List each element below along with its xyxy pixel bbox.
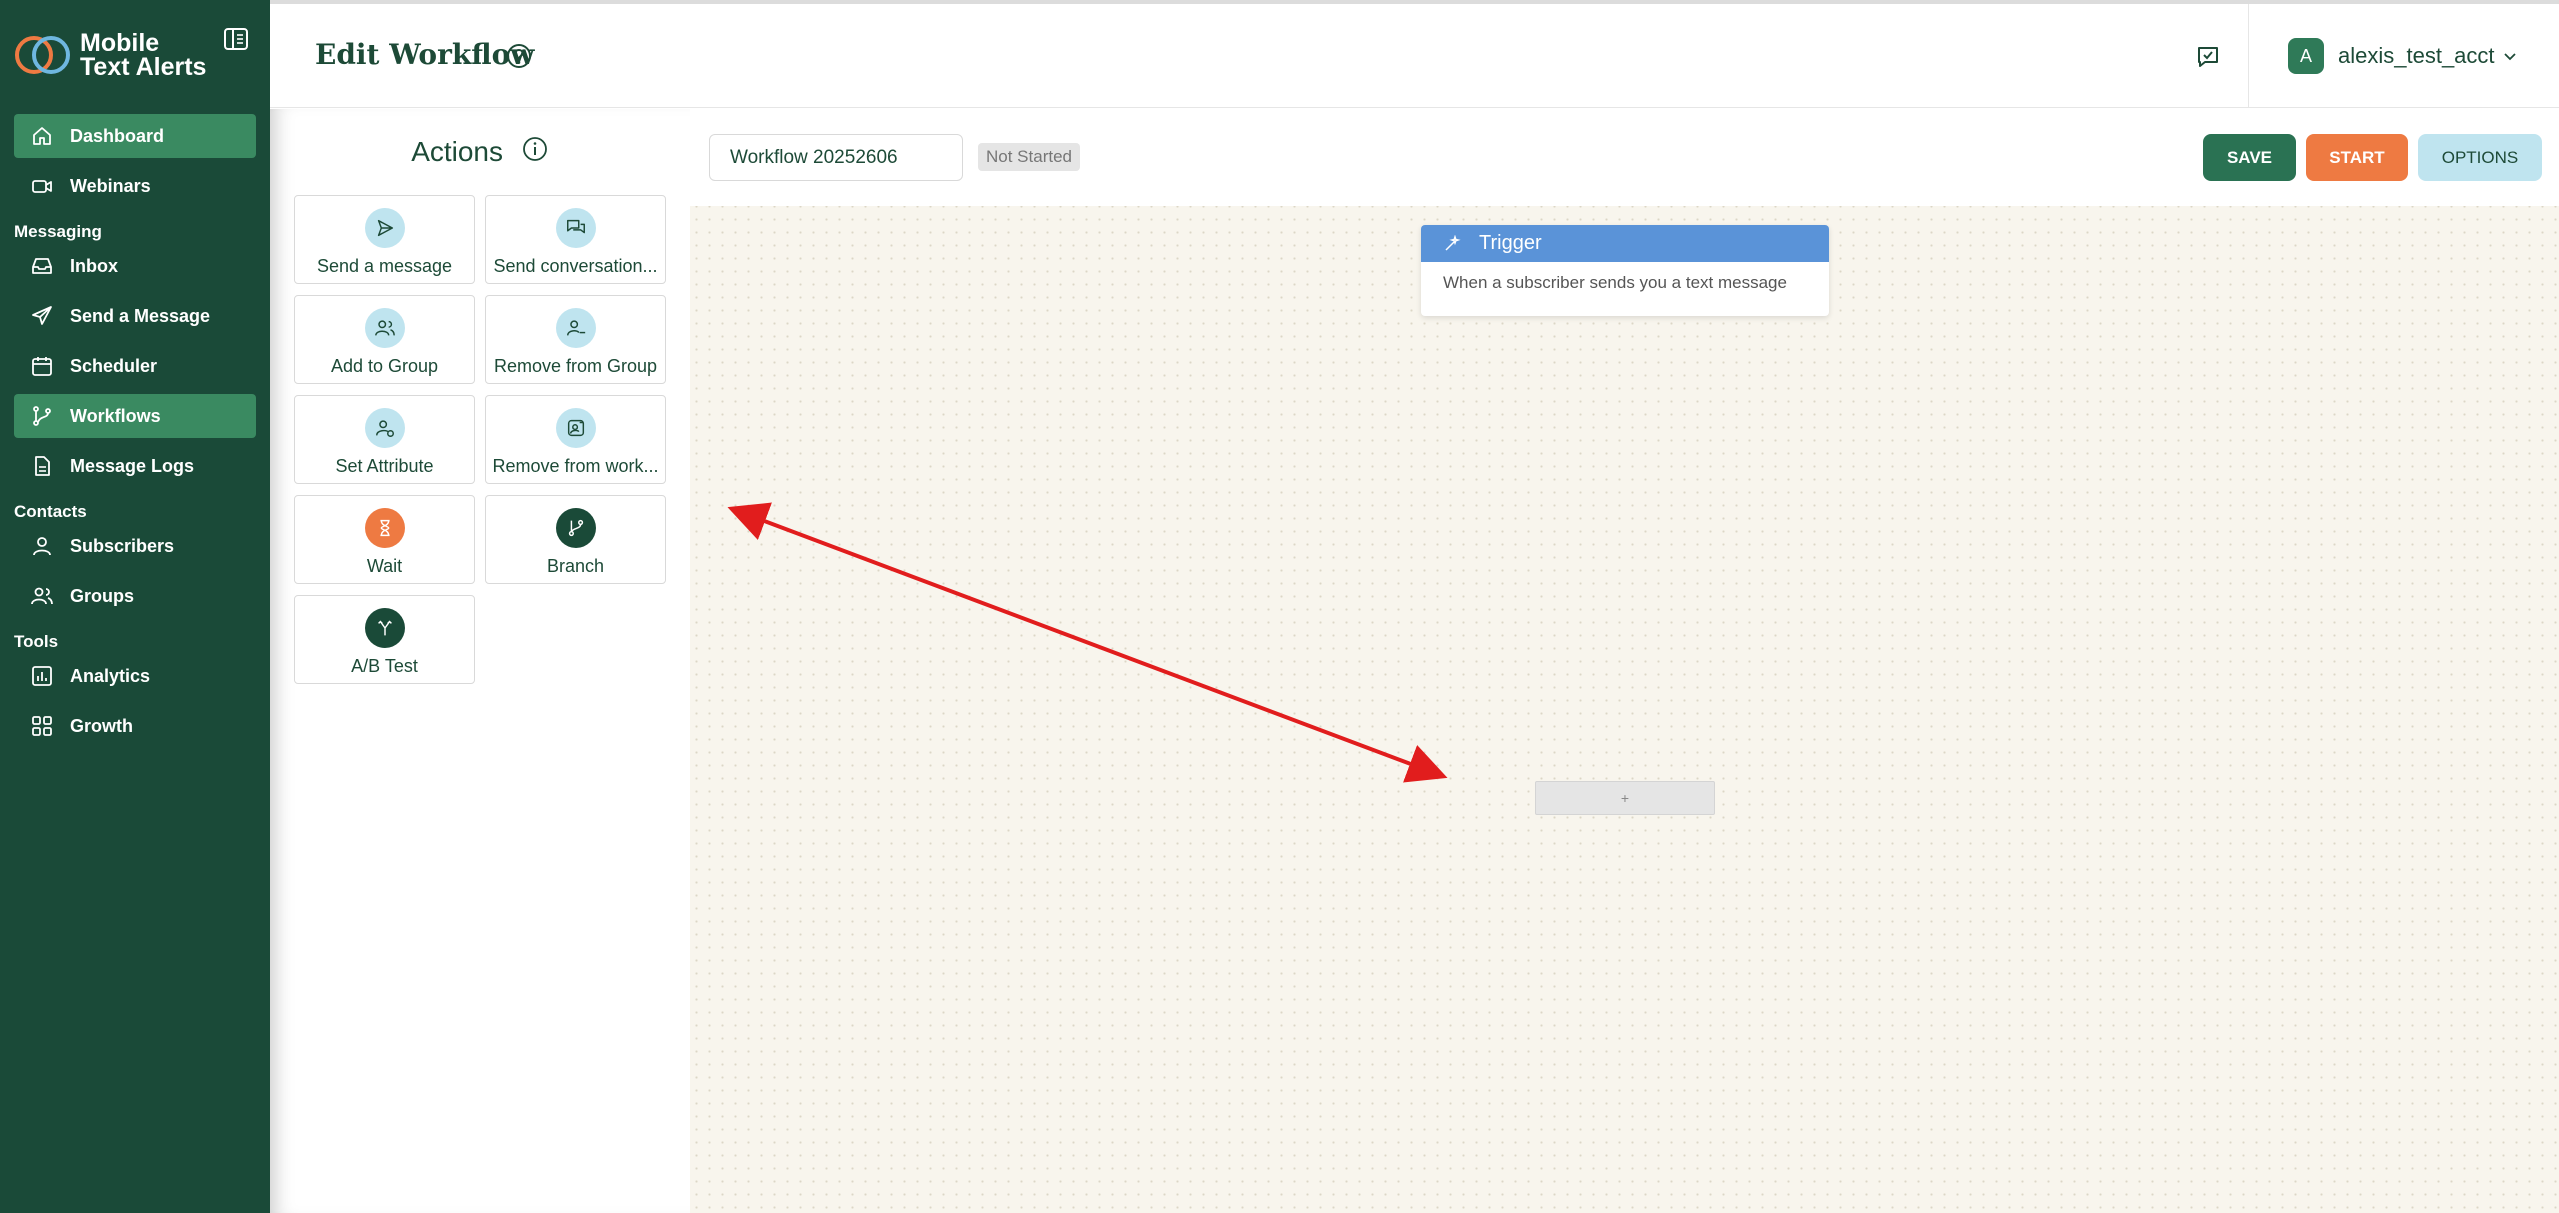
nav-section-contacts: Contacts: [14, 502, 87, 521]
avatar: A: [2288, 38, 2324, 74]
page-title: Edit Workflow: [315, 38, 535, 71]
calendar-icon: [30, 354, 54, 378]
brand-line-1: Mobile: [80, 29, 160, 57]
sidebar-item-label: Send a Message: [70, 305, 211, 326]
sidebar-item-label: Growth: [70, 715, 133, 736]
action-set-attribute[interactable]: Set Attribute: [294, 395, 475, 484]
account-name: alexis_test_acct: [2338, 43, 2495, 68]
brand-line-2: Text Alerts: [80, 53, 207, 81]
action-label: Set Attribute: [335, 456, 434, 476]
info-icon[interactable]: [521, 135, 549, 163]
attribute-icon: [364, 408, 405, 448]
sidebar-item-groups[interactable]: Groups: [14, 574, 256, 618]
header-divider: [2248, 4, 2249, 108]
action-wait[interactable]: Wait: [294, 495, 475, 584]
action-remove-from-group[interactable]: Remove from Group: [485, 295, 666, 384]
branch-icon: [555, 508, 596, 548]
ab-test-icon: [364, 608, 405, 648]
action-label: Add to Group: [330, 356, 439, 376]
top-header: Edit Workflow A alexis_test_acct: [270, 4, 2559, 108]
chevron-down-icon: [2503, 49, 2517, 63]
sidebar-item-label: Workflows: [70, 405, 161, 426]
sidebar-item-label: Subscribers: [70, 535, 175, 556]
actions-title: Actions: [411, 136, 504, 167]
logo-mark-icon: [15, 36, 70, 74]
sidebar-item-scheduler[interactable]: Scheduler: [14, 344, 256, 388]
chat-icon: [555, 208, 596, 248]
sidebar-item-webinars[interactable]: Webinars: [14, 164, 256, 208]
action-branch[interactable]: Branch: [485, 495, 666, 584]
remove-group-icon: [555, 308, 596, 348]
sidebar-item-label: Inbox: [70, 255, 118, 276]
status-badge: Not Started: [978, 143, 1080, 171]
action-label: A/B Test: [351, 656, 418, 676]
hourglass-icon: [364, 508, 405, 548]
start-button[interactable]: START: [2306, 134, 2408, 181]
sidebar-item-analytics[interactable]: Analytics: [14, 654, 256, 698]
action-remove-from-workflow[interactable]: Remove from work...: [485, 395, 666, 484]
action-label: Remove from work...: [492, 456, 659, 476]
action-label: Send conversation...: [493, 256, 658, 276]
action-send-conversation[interactable]: Send conversation...: [485, 195, 666, 284]
workflow-canvas[interactable]: Not Started SAVE START OPTIONS Trigger W…: [690, 109, 2559, 1213]
actions-panel: Actions Send a message Send conversation…: [270, 109, 690, 1213]
brand-name: Mobile Text Alerts: [80, 29, 207, 81]
video-icon: [30, 174, 54, 198]
document-icon: [30, 454, 54, 478]
action-label: Remove from Group: [493, 356, 658, 376]
chart-icon: [30, 664, 54, 688]
workflow-name-input[interactable]: [709, 134, 963, 181]
workflow-icon: [30, 404, 54, 428]
trigger-description: When a subscriber sends you a text messa…: [1443, 273, 1787, 292]
action-send-message[interactable]: Send a message: [294, 195, 475, 284]
sidebar: Mobile Text Alerts Dashboard Webinars Me…: [0, 0, 270, 1213]
action-ab-test[interactable]: A/B Test: [294, 595, 475, 684]
nav-section-messaging: Messaging: [14, 222, 102, 241]
send-icon: [30, 304, 54, 328]
sidebar-item-label: Dashboard: [70, 125, 165, 146]
trigger-node[interactable]: Trigger When a subscriber sends you a te…: [1421, 225, 1829, 316]
help-icon[interactable]: [505, 42, 533, 70]
sidebar-item-workflows[interactable]: Workflows: [14, 394, 256, 438]
sidebar-item-label: Scheduler: [70, 355, 158, 376]
users-icon: [30, 584, 54, 608]
sidebar-item-label: Webinars: [70, 175, 151, 196]
add-step-button[interactable]: +: [1535, 781, 1715, 815]
action-label: Send a message: [316, 256, 453, 276]
action-label: Wait: [366, 556, 403, 576]
feedback-icon[interactable]: [2195, 44, 2221, 70]
add-group-icon: [364, 308, 405, 348]
sidebar-item-growth[interactable]: Growth: [14, 704, 256, 748]
user-icon: [30, 534, 54, 558]
inbox-icon: [30, 254, 54, 278]
trigger-title: Trigger: [1479, 232, 1542, 254]
account-menu[interactable]: A alexis_test_acct: [2288, 38, 2517, 74]
remove-workflow-icon: [555, 408, 596, 448]
brand-logo[interactable]: Mobile Text Alerts: [14, 30, 206, 80]
sidebar-item-label: Analytics: [70, 665, 151, 686]
sparkle-icon: [1443, 234, 1461, 253]
grid-icon: [30, 714, 54, 738]
sidebar-item-send-a-message[interactable]: Send a Message: [14, 294, 256, 338]
sidebar-item-dashboard[interactable]: Dashboard: [14, 114, 256, 158]
sidebar-nav: Dashboard Webinars Messaging Inbox Send …: [14, 114, 256, 754]
options-button[interactable]: OPTIONS: [2418, 134, 2542, 181]
home-icon: [30, 124, 54, 148]
sidebar-item-message-logs[interactable]: Message Logs: [14, 444, 256, 488]
sidebar-item-subscribers[interactable]: Subscribers: [14, 524, 256, 568]
sidebar-item-inbox[interactable]: Inbox: [14, 244, 256, 288]
action-label: Branch: [546, 556, 605, 576]
workflow-toolbar: Not Started SAVE START OPTIONS: [690, 109, 2559, 206]
nav-section-tools: Tools: [14, 632, 59, 651]
send-icon: [364, 208, 405, 248]
sidebar-item-label: Message Logs: [70, 455, 195, 476]
actions-heading: Actions: [270, 135, 690, 168]
trigger-header: Trigger: [1421, 225, 1829, 262]
sidebar-item-label: Groups: [70, 585, 135, 606]
action-add-to-group[interactable]: Add to Group: [294, 295, 475, 384]
save-button[interactable]: SAVE: [2203, 134, 2296, 181]
sidebar-collapse-icon[interactable]: [223, 26, 249, 52]
